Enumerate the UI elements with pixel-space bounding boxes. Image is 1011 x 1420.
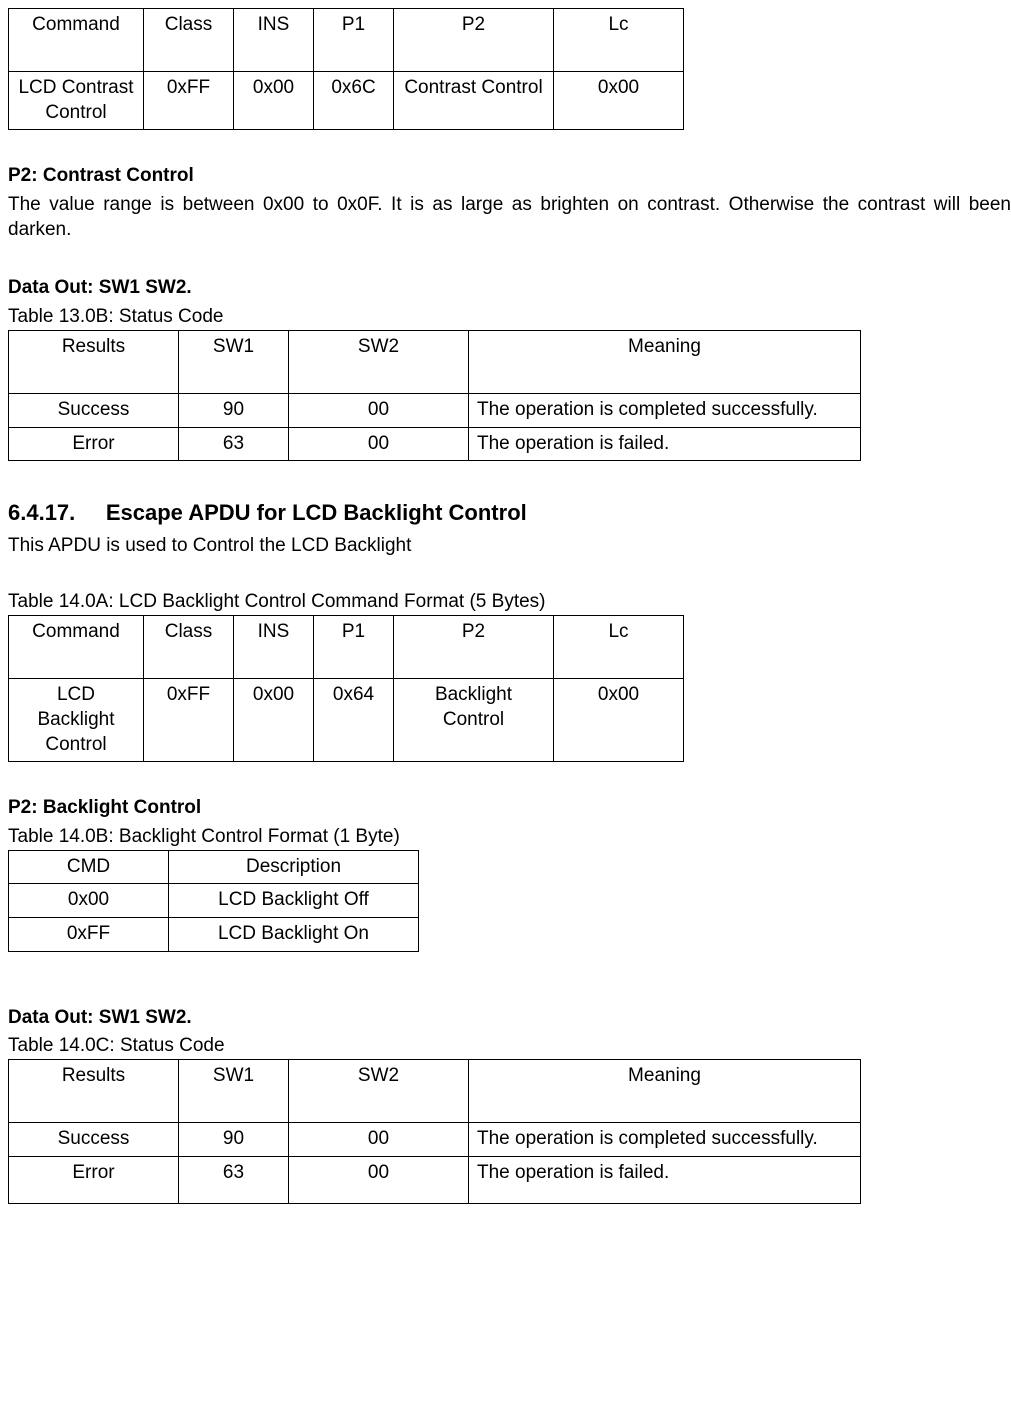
th-ins: INS [234,9,314,72]
td-cmd: 0x00 [9,884,169,918]
th-meaning: Meaning [469,330,861,393]
th-class: Class [144,616,234,679]
caption-table-14a: Table 14.0A: LCD Backlight Control Comma… [8,590,1011,615]
th-p1: P1 [314,9,394,72]
table-backlight-format: CMD Description 0x00 LCD Backlight Off 0… [8,850,419,952]
th-meaning: Meaning [469,1060,861,1123]
section-heading: 6.4.17. Escape APDU for LCD Backlight Co… [8,499,1011,528]
td-results: Error [9,427,179,461]
td-desc: LCD Backlight On [169,917,419,951]
table-status-14c: Results SW1 SW2 Meaning Success 90 00 Th… [8,1059,861,1204]
td-lc: 0x00 [554,679,684,762]
td-results: Success [9,393,179,427]
td-lc: 0x00 [554,72,684,130]
td-meaning: The operation is completed successfully. [469,1123,861,1157]
th-command: Command [9,9,144,72]
td-sw2: 00 [289,427,469,461]
th-cmd: CMD [9,850,169,884]
text-p2-contrast-body: The value range is between 0x00 to 0x0F.… [8,193,1011,242]
th-desc: Description [169,850,419,884]
td-results: Success [9,1123,179,1157]
th-sw2: SW2 [289,1060,469,1123]
heading-dataout-14: Data Out: SW1 SW2. [8,1006,1011,1031]
td-p1: 0x64 [314,679,394,762]
th-p2: P2 [394,616,554,679]
th-class: Class [144,9,234,72]
td-sw2: 00 [289,393,469,427]
td-sw1: 90 [179,393,289,427]
table-status-13b: Results SW1 SW2 Meaning Success 90 00 Th… [8,330,861,461]
td-meaning: The operation is completed successfully. [469,393,861,427]
td-results: Error [9,1156,179,1204]
td-command: LCD Contrast Control [9,72,144,130]
td-p2: Contrast Control [394,72,554,130]
td-command: LCD Backlight Control [9,679,144,762]
th-sw2: SW2 [289,330,469,393]
td-desc: LCD Backlight Off [169,884,419,918]
th-results: Results [9,330,179,393]
heading-p2-backlight: P2: Backlight Control [8,796,1011,821]
caption-table-14b: Table 14.0B: Backlight Control Format (1… [8,825,1011,850]
th-ins: INS [234,616,314,679]
section-intro: This APDU is used to Control the LCD Bac… [8,534,1011,559]
td-cmd: 0xFF [9,917,169,951]
td-ins: 0x00 [234,72,314,130]
th-results: Results [9,1060,179,1123]
td-class: 0xFF [144,679,234,762]
th-lc: Lc [554,616,684,679]
th-p2: P2 [394,9,554,72]
th-lc: Lc [554,9,684,72]
td-meaning: The operation is failed. [469,1156,861,1204]
section-number: 6.4.17. [8,500,75,525]
heading-p2-contrast: P2: Contrast Control [8,164,1011,189]
td-sw1: 63 [179,427,289,461]
caption-table-14c: Table 14.0C: Status Code [8,1034,1011,1059]
heading-dataout-13: Data Out: SW1 SW2. [8,276,1011,301]
td-class: 0xFF [144,72,234,130]
td-p2: Backlight Control [394,679,554,762]
td-ins: 0x00 [234,679,314,762]
section-title: Escape APDU for LCD Backlight Control [106,500,527,525]
td-sw2: 00 [289,1123,469,1157]
table-lcd-backlight-command: Command Class INS P1 P2 Lc LCD Backlight… [8,615,684,762]
table-lcd-contrast-command: Command Class INS P1 P2 Lc LCD Contrast … [8,8,684,130]
th-command: Command [9,616,144,679]
th-sw1: SW1 [179,330,289,393]
td-meaning: The operation is failed. [469,427,861,461]
td-sw1: 63 [179,1156,289,1204]
th-p1: P1 [314,616,394,679]
td-sw2: 00 [289,1156,469,1204]
th-sw1: SW1 [179,1060,289,1123]
td-sw1: 90 [179,1123,289,1157]
caption-table-13b: Table 13.0B: Status Code [8,305,1011,330]
td-p1: 0x6C [314,72,394,130]
